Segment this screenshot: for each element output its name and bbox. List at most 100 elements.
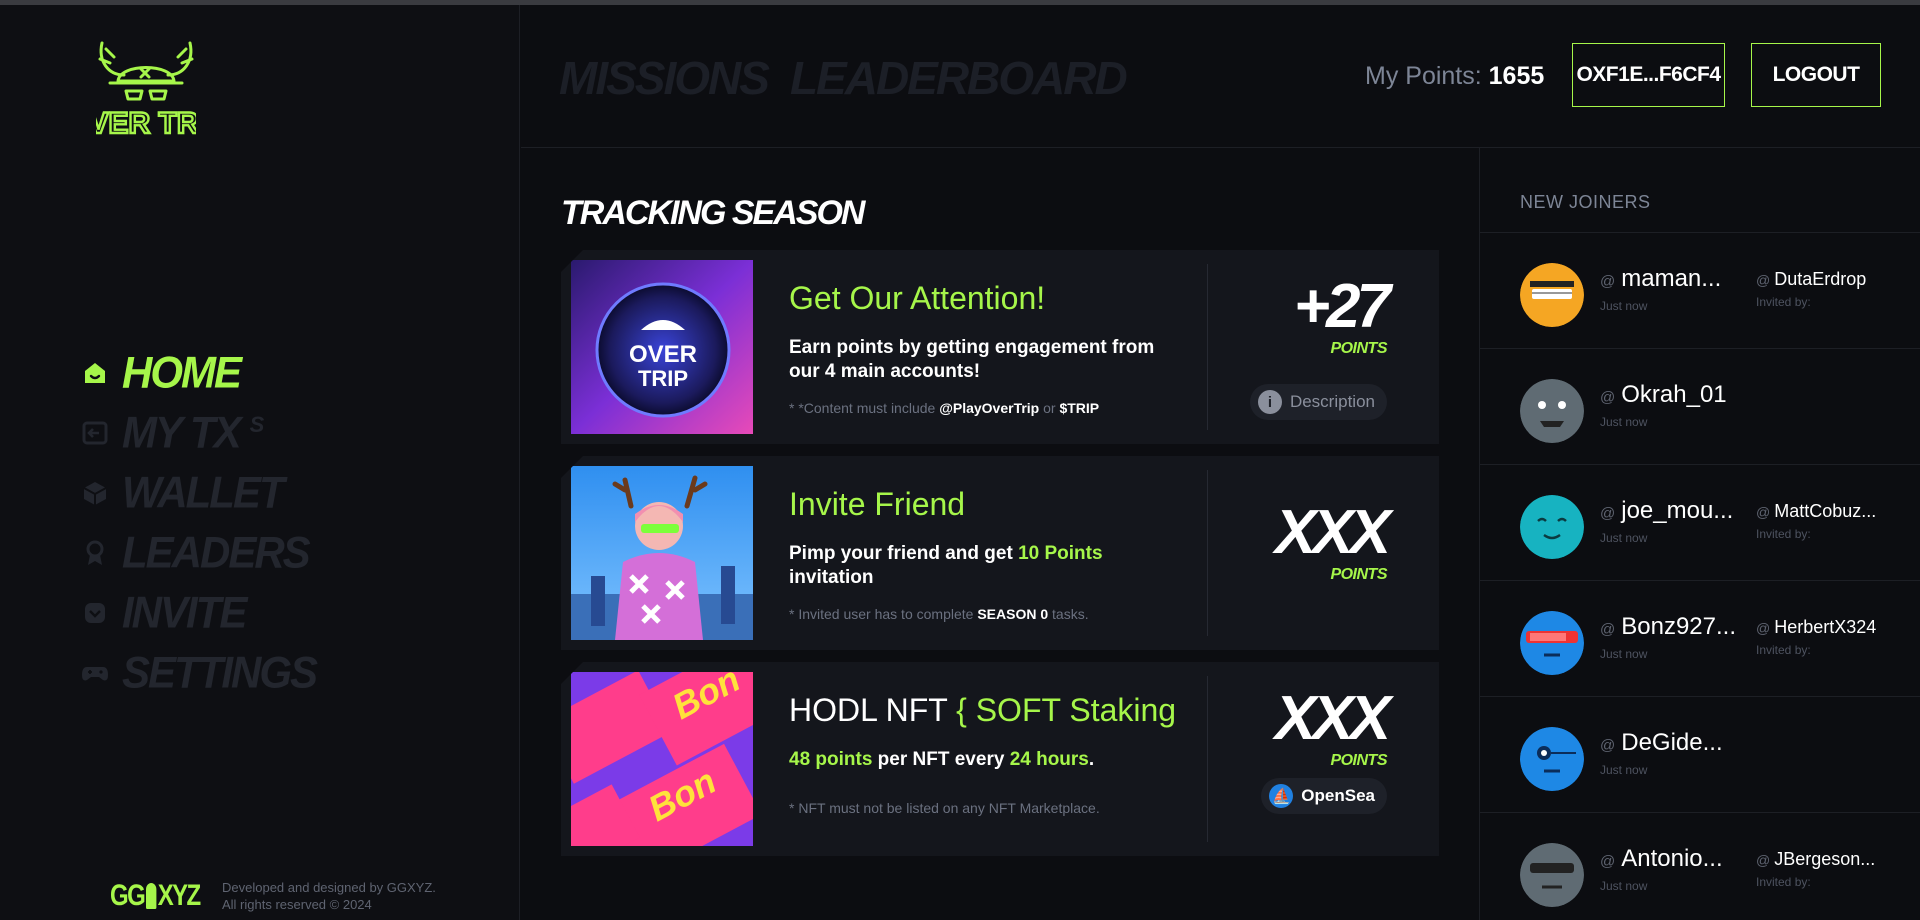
title-highlight: { SOFT Staking: [956, 692, 1177, 728]
description-button[interactable]: i Description: [1249, 384, 1387, 420]
mission-description: Pimp your friend and get 10 Points invit…: [789, 542, 1189, 590]
username-text: maman...: [1621, 265, 1722, 292]
desc-highlight: 24 hours: [1009, 749, 1089, 770]
avatar: [1520, 843, 1584, 907]
nav-settings[interactable]: SETTINGS: [80, 643, 318, 703]
logout-button[interactable]: LOGOUT: [1751, 43, 1881, 107]
mission-note: * *Content must include @PlayOverTrip or…: [789, 400, 1099, 416]
footer-copyright: Developed and designed by GGXYZ. All rig…: [222, 879, 436, 913]
avatar: [1520, 727, 1584, 791]
sidebar: OVER TRIP HOME MY TX S WALLE: [0, 5, 520, 920]
svg-text:OVER: OVER: [629, 341, 697, 368]
joined-time: Just now: [1600, 763, 1648, 777]
inviter-name: DutaErdrop: [1774, 269, 1867, 289]
mission-title: HODL NFT { SOFT Staking: [789, 692, 1176, 729]
note-season: SEASON 0: [977, 606, 1049, 622]
home-icon: [80, 358, 110, 388]
points-value: +27: [1293, 272, 1391, 341]
mission-points: XXX POINTS: [1274, 684, 1391, 770]
avatar: [1520, 263, 1584, 327]
points-value: XXX: [1274, 498, 1391, 567]
joiner-row[interactable]: @ joe_mou... Just now @ MattCobuz... Invited …: [1480, 465, 1920, 581]
joined-time: Just now: [1600, 879, 1648, 893]
at-symbol: @: [1756, 272, 1771, 288]
joiner-row[interactable]: @ Bonz927... Just now @ HerbertX324 Invited b…: [1480, 581, 1920, 697]
card-divider: [1207, 264, 1208, 430]
points-label: POINTS: [1330, 566, 1387, 583]
joiner-row[interactable]: @ Okrah_01 Just now: [1480, 349, 1920, 465]
desc-highlight: 48 points: [789, 749, 873, 770]
joiner-row[interactable]: @ maman... Just now @ DutaErdrop Invited by:: [1480, 233, 1920, 349]
username-text: DeGide...: [1621, 729, 1723, 756]
nav-leaders[interactable]: LEADERS: [80, 523, 316, 583]
inviter: @ DutaErdrop: [1756, 269, 1866, 290]
my-points: My Points: 1655: [1365, 62, 1544, 91]
top-header: MISSIONS LEADERBOARD My Points: 1655 OXF…: [521, 5, 1920, 148]
joiner-row[interactable]: @ DeGide... Just now: [1480, 697, 1920, 813]
note-text: or: [1039, 400, 1060, 416]
note-text: * *Content must include: [789, 400, 940, 416]
tab-leaderboard[interactable]: LEADERBOARD: [790, 51, 1128, 105]
sidebar-footer: GG XYZ Developed and designed by GGXYZ. A…: [110, 879, 436, 913]
new-joiners-panel: NEW JOINERS @ maman... Just now @ DutaErdrop…: [1479, 148, 1920, 920]
mission-card: Invite Friend Pimp your friend and get 1…: [561, 456, 1439, 650]
opensea-button[interactable]: ⛵ OpenSea: [1261, 778, 1387, 814]
nav-settings-label: SETTINGS: [122, 647, 318, 698]
joiner-username: @ Okrah_01: [1600, 381, 1727, 409]
nav-wallet[interactable]: WALLET: [80, 463, 316, 523]
desc-text: Pimp your friend and get: [789, 543, 1019, 564]
at-symbol: @: [1600, 853, 1616, 870]
joined-time: Just now: [1600, 299, 1648, 313]
nav-wallet-label: WALLET: [122, 467, 285, 518]
nav-my-txs[interactable]: MY TX S: [80, 403, 316, 463]
tx-icon: [80, 418, 110, 448]
title-text: HODL NFT: [789, 692, 957, 728]
at-symbol: @: [1600, 505, 1616, 522]
desc-text: per NFT every: [872, 749, 1010, 770]
footer-line-2: All rights reserved © 2024: [222, 897, 372, 912]
username-text: Okrah_01: [1621, 381, 1727, 408]
invited-by-label: Invited by:: [1756, 295, 1811, 309]
invite-icon: [80, 598, 110, 628]
desc-text: .: [1088, 749, 1095, 770]
award-icon: [80, 538, 110, 568]
inviter: @ MattCobuz...: [1756, 501, 1876, 522]
at-symbol: @: [1600, 273, 1616, 290]
joiner-username: @ Antonio...: [1600, 845, 1723, 873]
mission-card: OVER TRIP Get Our Attention! Earn points…: [561, 250, 1439, 444]
mission-description: Earn points by getting engagement from o…: [789, 337, 1155, 382]
my-points-value: 1655: [1488, 62, 1545, 90]
username-text: Antonio...: [1621, 845, 1723, 872]
description-button-label: Description: [1289, 392, 1375, 411]
invited-by-label: Invited by:: [1756, 643, 1811, 657]
mission-thumbnail-attention: OVER TRIP: [571, 260, 753, 434]
nav-home[interactable]: HOME: [80, 343, 316, 403]
invited-by-label: Invited by:: [1756, 527, 1811, 541]
joiner-username: @ joe_mou...: [1600, 497, 1733, 525]
missions-panel: TRACKING SEASON OVER TRIP Get Our Attent…: [521, 148, 1479, 920]
tab-missions[interactable]: MISSIONS: [559, 51, 770, 105]
card-divider: [1207, 470, 1208, 636]
joiner-row[interactable]: @ Antonio... Just now @ JBergeson... Invited …: [1480, 813, 1920, 920]
at-symbol: @: [1756, 504, 1771, 520]
note-handle: @PlayOverTrip: [939, 400, 1040, 416]
at-symbol: @: [1756, 620, 1771, 636]
wallet-address-button[interactable]: OXF1E...F6CF4: [1572, 43, 1725, 107]
joined-time: Just now: [1600, 415, 1648, 429]
note-text: * Invited user has to complete: [789, 606, 978, 622]
joiner-username: @ DeGide...: [1600, 729, 1723, 757]
main-nav: HOME MY TX S WALLET LEADERS INVITE SETTI…: [80, 343, 318, 703]
mission-thumbnail-hodl-nft: Bon Bon: [571, 672, 753, 846]
overtrip-logo[interactable]: OVER TRIP: [64, 35, 228, 175]
joiner-username: @ Bonz927...: [1600, 613, 1736, 641]
note-ticker: $TRIP: [1059, 400, 1100, 416]
mission-note: * NFT must not be listed on any NFT Mark…: [789, 800, 1100, 816]
ggxyz-logo[interactable]: GG XYZ: [110, 879, 201, 913]
card-divider: [1207, 676, 1208, 842]
inviter-name: MattCobuz...: [1774, 501, 1877, 521]
avatar: [1520, 379, 1584, 443]
mission-thumbnail-invite: [571, 466, 753, 640]
nav-invite[interactable]: INVITE: [80, 583, 316, 643]
points-value: XXX: [1274, 684, 1391, 753]
nav-my-txs-suffix: S: [249, 412, 265, 437]
